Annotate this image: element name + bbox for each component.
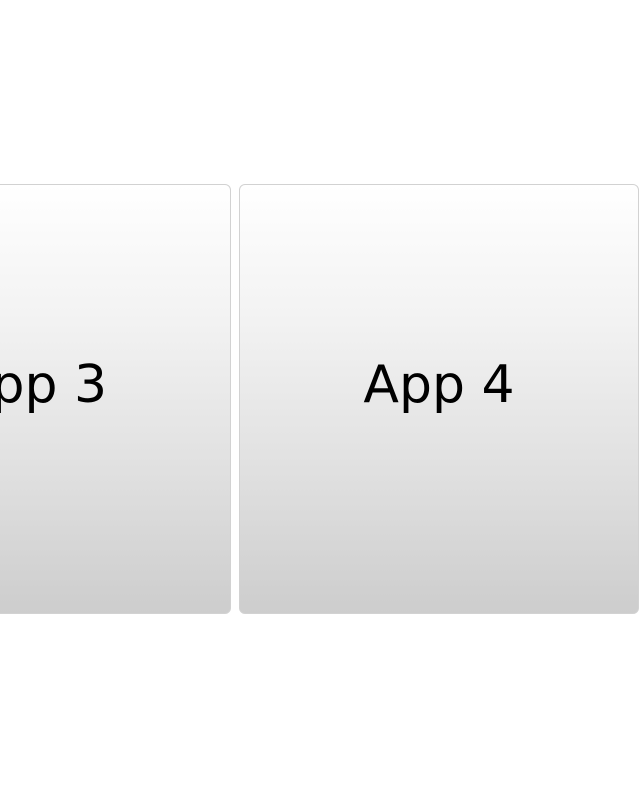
app-card-label: App 3: [0, 355, 108, 415]
app-carousel[interactable]: App 3 App 4: [0, 0, 640, 800]
app-card-label: App 4: [363, 355, 515, 415]
app-card-4[interactable]: App 4: [239, 184, 639, 614]
app-card-3[interactable]: App 3: [0, 184, 231, 614]
